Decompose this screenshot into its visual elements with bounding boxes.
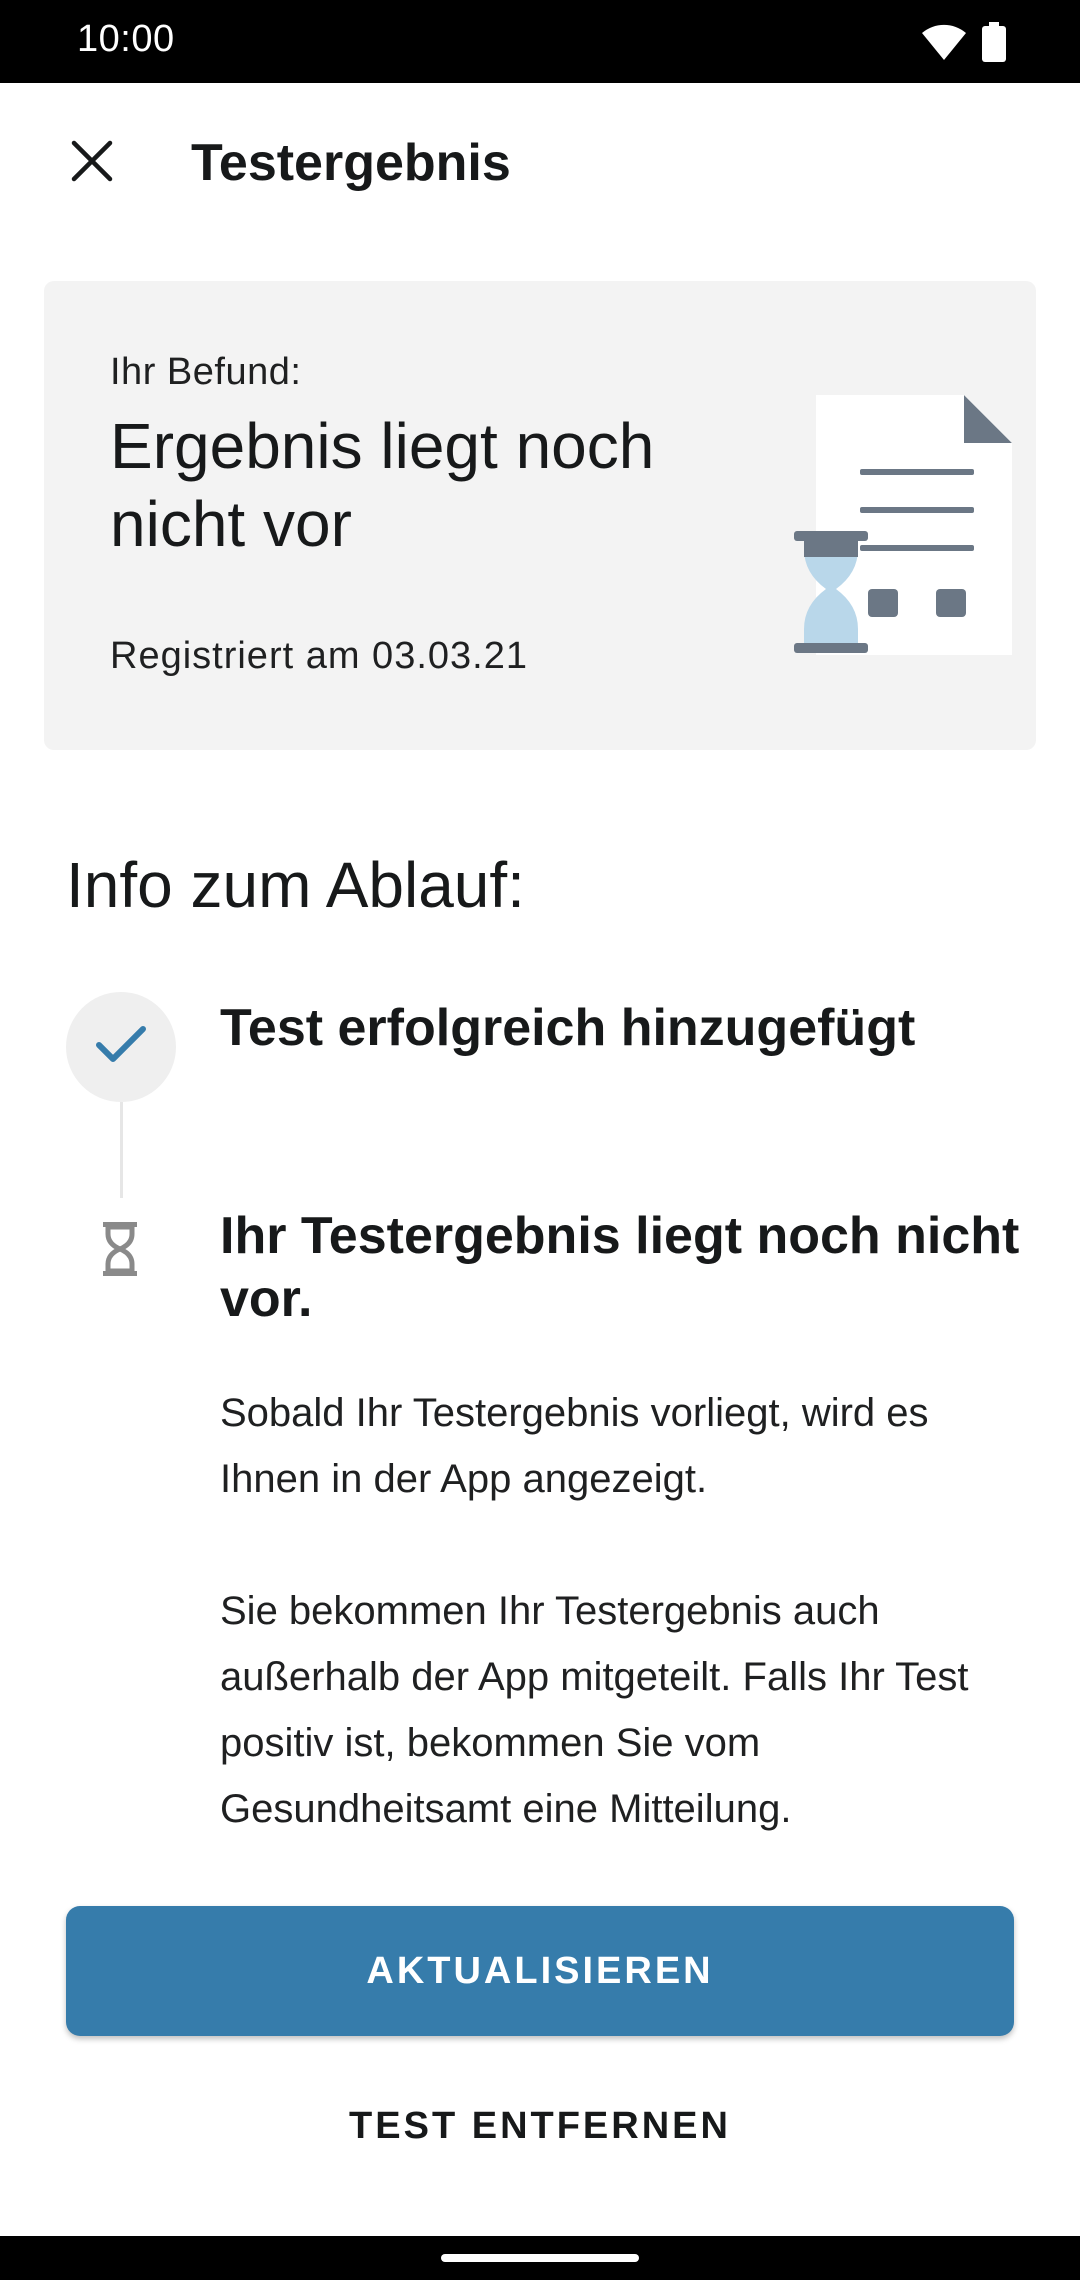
step-description: Sobald Ihr Testergebnis vorliegt, wird e…: [220, 1380, 1020, 1908]
status-time: 10:00: [77, 18, 175, 60]
navigation-bar: [0, 2236, 1080, 2280]
document-hourglass-illustration: [744, 391, 1014, 676]
check-icon: [95, 1025, 147, 1070]
registered-date: Registriert am 03.03.21: [110, 635, 528, 677]
hourglass-icon: [100, 1220, 140, 1283]
toolbar: Testergebnis: [0, 83, 1080, 243]
info-title: Info zum Ablauf:: [66, 849, 525, 921]
step-paragraph: Sie bekommen Ihr Testergebnis auch außer…: [220, 1589, 969, 1831]
step-complete-indicator: [66, 992, 176, 1102]
update-button[interactable]: AKTUALISIEREN: [66, 1906, 1014, 2036]
home-gesture-handle[interactable]: [441, 2254, 639, 2262]
battery-icon: [982, 22, 1006, 67]
step-title: Test erfolgreich hinzugefügt: [220, 999, 916, 1057]
result-card: Ihr Befund: Ergebnis liegt noch nicht vo…: [44, 281, 1036, 750]
close-icon: [70, 139, 114, 188]
step-title: Ihr Testergebnis liegt noch nicht vor.: [220, 1207, 1020, 1328]
page-title: Testergebnis: [191, 134, 511, 192]
result-label: Ihr Befund:: [110, 351, 302, 393]
remove-test-button[interactable]: TEST ENTFERNEN: [66, 2066, 1014, 2186]
result-headline: Ergebnis liegt noch nicht vor: [110, 410, 655, 560]
step-connector-line: [120, 1102, 123, 1198]
close-button[interactable]: [52, 123, 132, 203]
wifi-icon: [922, 24, 966, 65]
step-paragraph: Sobald Ihr Testergebnis vorliegt, wird e…: [220, 1391, 929, 1501]
status-bar: 10:00: [0, 0, 1080, 83]
